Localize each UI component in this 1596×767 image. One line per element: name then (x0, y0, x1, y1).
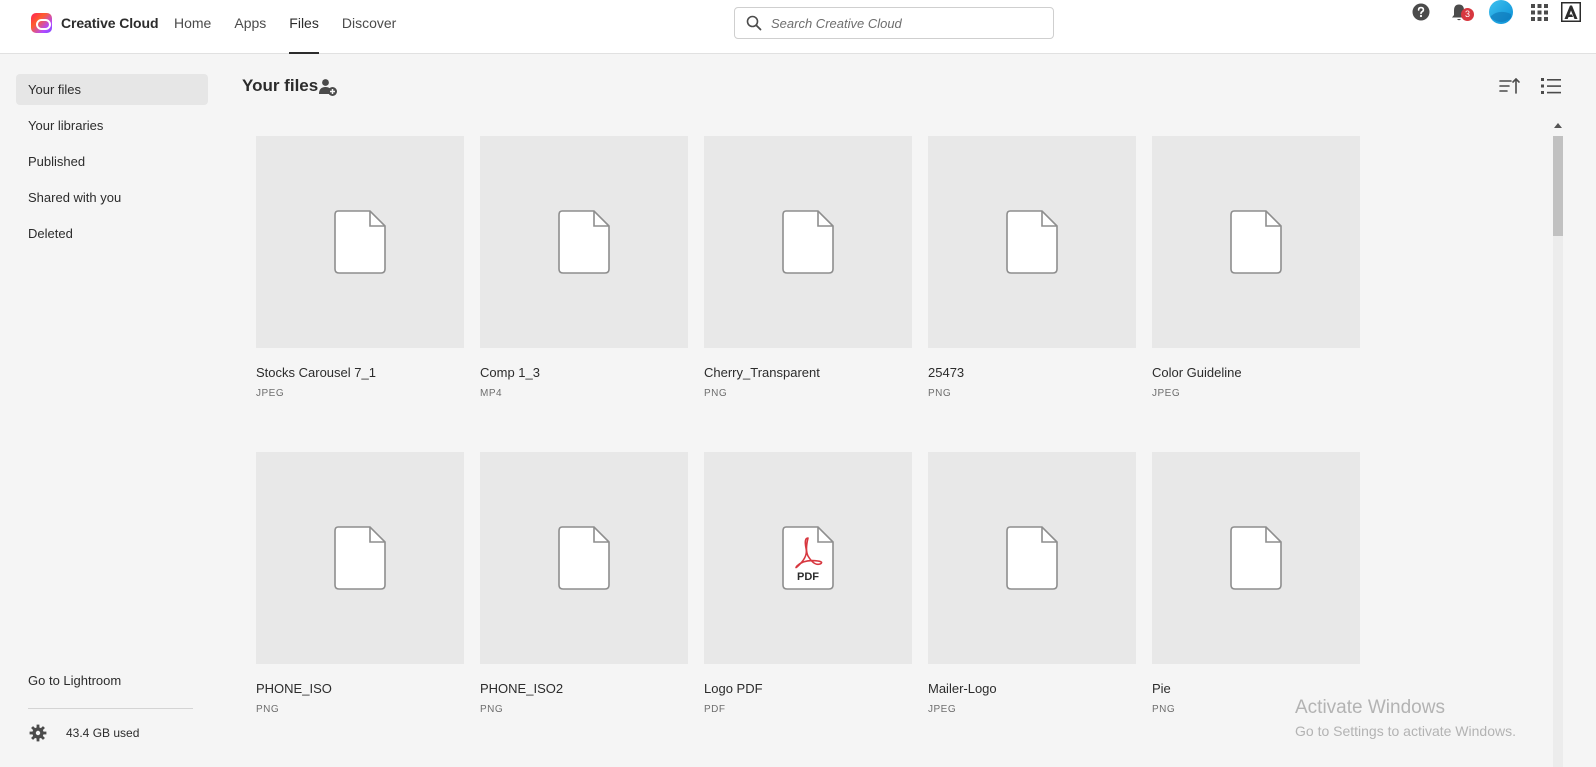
file-type: JPEG (1152, 388, 1181, 399)
search-box[interactable] (734, 7, 1054, 39)
generic-file-icon (1006, 526, 1058, 590)
file-name[interactable]: Stocks Carousel 7_1 (256, 365, 376, 380)
file-card[interactable]: Cherry_Transparent PNG (704, 136, 912, 426)
search-input[interactable] (771, 13, 1041, 33)
generic-file-icon (558, 526, 610, 590)
file-type: PNG (928, 388, 952, 399)
generic-file-icon (1230, 526, 1282, 590)
file-type: JPEG (928, 704, 957, 715)
file-name[interactable]: Color Guideline (1152, 365, 1242, 380)
gear-icon[interactable] (29, 724, 47, 742)
go-to-lightroom-link[interactable]: Go to Lightroom (28, 673, 121, 688)
file-thumbnail[interactable] (256, 136, 464, 348)
file-thumbnail[interactable] (928, 452, 1136, 664)
share-folder-user-icon[interactable] (318, 77, 338, 97)
file-name[interactable]: Logo PDF (704, 681, 763, 696)
file-thumbnail[interactable]: PDF (704, 452, 912, 664)
tab-home[interactable]: Home (174, 0, 211, 54)
file-name[interactable]: PHONE_ISO2 (480, 681, 563, 696)
main-scrollbar[interactable] (1551, 120, 1565, 767)
watermark-title: Activate Windows (1295, 697, 1445, 718)
file-type: PNG (1152, 704, 1176, 715)
file-card[interactable]: Color Guideline JPEG (1152, 136, 1360, 426)
top-bar: Creative Cloud Home Apps Files Discover … (0, 0, 1596, 54)
file-card[interactable]: Mailer-Logo JPEG (928, 452, 1136, 742)
watermark-subtitle: Go to Settings to activate Windows. (1295, 723, 1516, 739)
file-card[interactable]: Stocks Carousel 7_1 JPEG (256, 136, 464, 426)
pdf-file-icon: PDF (782, 526, 834, 590)
file-name[interactable]: 25473 (928, 365, 964, 380)
file-thumbnail[interactable] (480, 452, 688, 664)
sidebar-item-published[interactable]: Published (16, 146, 208, 177)
file-name[interactable]: Pie (1152, 681, 1171, 696)
file-type: JPEG (256, 388, 285, 399)
generic-file-icon (782, 210, 834, 274)
sidebar-divider (28, 708, 193, 709)
tab-apps[interactable]: Apps (234, 0, 266, 54)
file-type: PNG (256, 704, 280, 715)
app-switcher-grid-icon[interactable] (1527, 0, 1551, 24)
file-name[interactable]: PHONE_ISO (256, 681, 332, 696)
sort-icon[interactable] (1499, 76, 1521, 96)
pdf-icon-label: PDF (797, 571, 819, 583)
scroll-up-arrow-icon[interactable] (1554, 123, 1562, 128)
file-name[interactable]: Comp 1_3 (480, 365, 540, 380)
file-thumbnail[interactable] (1152, 136, 1360, 348)
file-type: PDF (704, 704, 726, 715)
generic-file-icon (334, 210, 386, 274)
file-type: MP4 (480, 388, 503, 399)
search-icon (746, 15, 762, 31)
sidebar-item-your-libraries[interactable]: Your libraries (16, 110, 208, 141)
file-thumbnail[interactable] (1152, 452, 1360, 664)
page-title: Your files (242, 76, 319, 95)
sidebar: Your files Your libraries Published Shar… (0, 54, 224, 767)
tab-files[interactable]: Files (289, 0, 319, 54)
file-card[interactable]: PHONE_ISO PNG (256, 452, 464, 742)
activate-windows-watermark: Activate Windows Go to Settings to activ… (1295, 697, 1516, 739)
avatar[interactable] (1489, 0, 1513, 24)
sidebar-item-deleted[interactable]: Deleted (16, 218, 208, 249)
help-icon[interactable] (1409, 0, 1433, 24)
tab-discover[interactable]: Discover (342, 0, 396, 54)
storage-used: 43.4 GB used (66, 726, 140, 740)
generic-file-icon (1006, 210, 1058, 274)
file-name[interactable]: Mailer-Logo (928, 681, 997, 696)
scroll-thumb[interactable] (1553, 136, 1563, 236)
sidebar-item-your-files[interactable]: Your files (16, 74, 208, 105)
file-thumbnail[interactable] (256, 452, 464, 664)
file-card[interactable]: Comp 1_3 MP4 (480, 136, 688, 426)
generic-file-icon (334, 526, 386, 590)
generic-file-icon (1230, 210, 1282, 274)
generic-file-icon (558, 210, 610, 274)
app-name: Creative Cloud (61, 15, 159, 31)
list-view-icon[interactable] (1540, 76, 1562, 96)
file-card[interactable]: PDF Logo PDF PDF (704, 452, 912, 742)
file-card[interactable]: 25473 PNG (928, 136, 1136, 426)
sidebar-item-shared-with-you[interactable]: Shared with you (16, 182, 208, 213)
creative-cloud-logo-icon (31, 13, 52, 33)
file-thumbnail[interactable] (480, 136, 688, 348)
brand[interactable]: Creative Cloud (31, 13, 159, 33)
file-thumbnail[interactable] (928, 136, 1136, 348)
adobe-logo-icon[interactable] (1559, 0, 1583, 24)
file-type: PNG (704, 388, 728, 399)
file-type: PNG (480, 704, 504, 715)
main-nav: Home Apps Files Discover (174, 0, 419, 54)
notifications-badge: 3 (1461, 8, 1474, 21)
file-name[interactable]: Cherry_Transparent (704, 365, 820, 380)
file-thumbnail[interactable] (704, 136, 912, 348)
file-card[interactable]: PHONE_ISO2 PNG (480, 452, 688, 742)
